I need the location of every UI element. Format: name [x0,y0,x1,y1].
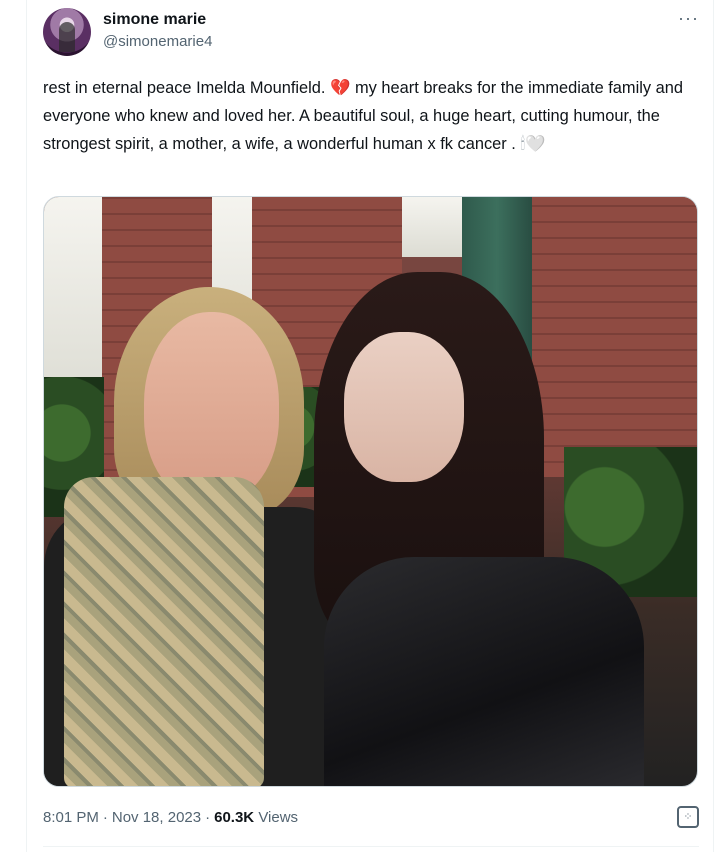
author-handle[interactable]: @simonemarie4 [103,33,212,50]
person-right-face [344,332,464,482]
tweet-text: rest in eternal peace Imelda Mounfield. … [43,74,699,158]
tweet-date[interactable]: Nov 18, 2023 [112,809,201,826]
tweet-card: simone marie @simonemarie4 ··· rest in e… [26,0,714,852]
divider [43,846,699,847]
views-count: 60.3K [214,809,255,826]
author-display-name[interactable]: simone marie [103,11,206,29]
more-horizontal-icon[interactable]: ··· [678,9,699,27]
broken-heart-emoji: 💔 [330,79,351,97]
tweet-meta: 8:01 PM · Nov 18, 2023 · 60.3K Views ⁘ [43,806,699,830]
meta-separator: · [102,809,108,826]
white-heart-emoji: 🤍 [525,135,546,153]
grok-icon[interactable]: ⁘ [677,806,699,828]
background-window [44,197,102,407]
avatar[interactable] [43,8,91,56]
meta-separator: · [205,809,211,826]
views-label: Views [258,809,299,826]
background-brick-wall [532,197,697,477]
tweet-photo[interactable] [43,196,698,787]
tweet-time[interactable]: 8:01 PM [43,809,99,826]
background-window [402,197,462,257]
person-left-face [144,312,279,502]
person-right-jacket [324,557,644,786]
tweet-header: simone marie @simonemarie4 ··· [43,8,699,60]
person-left-scarf [64,477,264,786]
tweet-text-part-1: rest in eternal peace Imelda Mounfield. [43,79,326,97]
